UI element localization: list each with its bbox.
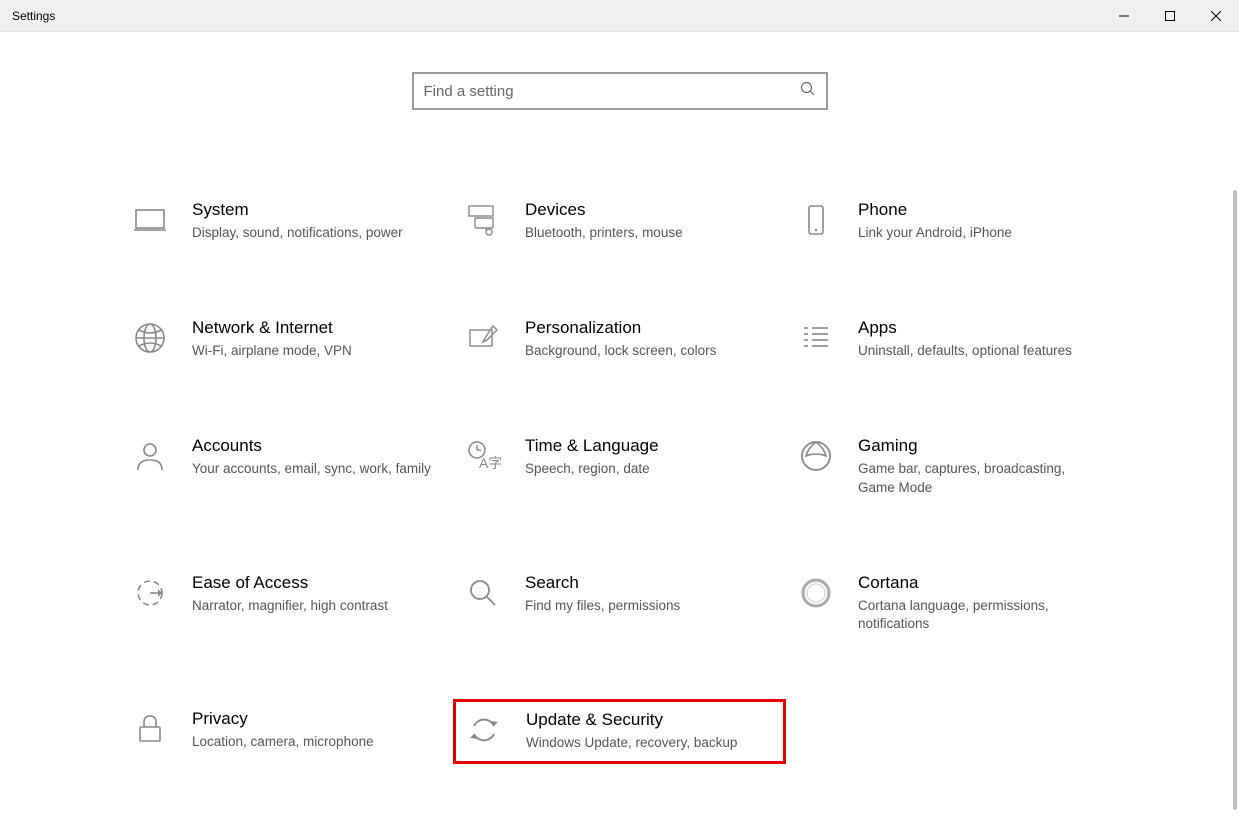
category-text: Cortana Cortana language, permissions, no… [858,573,1109,633]
category-desc: Uninstall, defaults, optional features [858,342,1097,360]
scrollbar[interactable] [1233,190,1237,810]
category-text: Apps Uninstall, defaults, optional featur… [858,318,1109,360]
category-title: Search [525,573,764,593]
svg-text:A字: A字 [479,455,501,471]
category-text: Network & Internet Wi-Fi, airplane mode, … [192,318,443,360]
categories-grid: System Display, sound, notifications, pow… [0,150,1239,764]
personalization-icon [463,318,503,358]
category-title: Personalization [525,318,764,338]
search-box[interactable] [412,72,828,110]
category-gaming[interactable]: Gaming Game bar, captures, broadcasting, … [786,426,1119,506]
category-text: System Display, sound, notifications, pow… [192,200,443,242]
category-text: Privacy Location, camera, microphone [192,709,443,751]
category-text: Devices Bluetooth, printers, mouse [525,200,776,242]
search-icon [463,573,503,613]
category-title: Network & Internet [192,318,431,338]
category-ease[interactable]: Ease of Access Narrator, magnifier, high … [120,563,453,643]
category-apps[interactable]: Apps Uninstall, defaults, optional featur… [786,308,1119,370]
category-system[interactable]: System Display, sound, notifications, pow… [120,190,453,252]
category-privacy[interactable]: Privacy Location, camera, microphone [120,699,453,763]
close-button[interactable] [1193,0,1239,31]
category-devices[interactable]: Devices Bluetooth, printers, mouse [453,190,786,252]
category-title: Accounts [192,436,431,456]
category-title: System [192,200,431,220]
category-title: Update & Security [526,710,763,730]
category-network[interactable]: Network & Internet Wi-Fi, airplane mode, … [120,308,453,370]
category-desc: Cortana language, permissions, notificat… [858,597,1097,633]
category-title: Cortana [858,573,1097,593]
category-search[interactable]: Search Find my files, permissions [453,563,786,643]
category-cortana[interactable]: Cortana Cortana language, permissions, no… [786,563,1119,643]
cortana-icon [796,573,836,613]
category-time[interactable]: A字 Time & Language Speech, region, date [453,426,786,506]
apps-icon [796,318,836,358]
window-title: Settings [12,9,55,23]
titlebar: Settings [0,0,1239,32]
maximize-icon [1165,11,1175,21]
category-desc: Link your Android, iPhone [858,224,1097,242]
category-phone[interactable]: Phone Link your Android, iPhone [786,190,1119,252]
phone-icon [796,200,836,240]
privacy-icon [130,709,170,749]
category-title: Gaming [858,436,1097,456]
system-icon [130,200,170,240]
category-desc: Display, sound, notifications, power [192,224,431,242]
category-title: Apps [858,318,1097,338]
category-desc: Game bar, captures, broadcasting, Game M… [858,460,1097,496]
category-text: Phone Link your Android, iPhone [858,200,1109,242]
category-text: Personalization Background, lock screen, … [525,318,776,360]
category-title: Ease of Access [192,573,431,593]
category-text: Ease of Access Narrator, magnifier, high … [192,573,443,615]
category-desc: Narrator, magnifier, high contrast [192,597,431,615]
category-desc: Speech, region, date [525,460,764,478]
category-title: Time & Language [525,436,764,456]
search-icon [800,81,816,102]
time-icon: A字 [463,436,503,476]
category-text: Time & Language Speech, region, date [525,436,776,478]
update-icon [464,710,504,750]
category-text: Update & Security Windows Update, recover… [526,710,775,752]
window-controls [1101,0,1239,31]
minimize-icon [1119,11,1129,21]
category-text: Accounts Your accounts, email, sync, work… [192,436,443,478]
gaming-icon [796,436,836,476]
category-text: Search Find my files, permissions [525,573,776,615]
maximize-button[interactable] [1147,0,1193,31]
category-desc: Windows Update, recovery, backup [526,734,763,752]
category-desc: Find my files, permissions [525,597,764,615]
category-title: Privacy [192,709,431,729]
category-update[interactable]: Update & Security Windows Update, recover… [453,699,786,763]
category-title: Phone [858,200,1097,220]
category-desc: Bluetooth, printers, mouse [525,224,764,242]
accounts-icon [130,436,170,476]
category-text: Gaming Game bar, captures, broadcasting, … [858,436,1109,496]
close-icon [1211,11,1221,21]
category-desc: Your accounts, email, sync, work, family [192,460,431,478]
category-accounts[interactable]: Accounts Your accounts, email, sync, work… [120,426,453,506]
category-personalization[interactable]: Personalization Background, lock screen, … [453,308,786,370]
network-icon [130,318,170,358]
category-title: Devices [525,200,764,220]
ease-icon [130,573,170,613]
category-desc: Wi-Fi, airplane mode, VPN [192,342,431,360]
minimize-button[interactable] [1101,0,1147,31]
category-desc: Background, lock screen, colors [525,342,764,360]
category-desc: Location, camera, microphone [192,733,431,751]
devices-icon [463,200,503,240]
search-input[interactable] [424,83,800,100]
search-area [0,32,1239,150]
